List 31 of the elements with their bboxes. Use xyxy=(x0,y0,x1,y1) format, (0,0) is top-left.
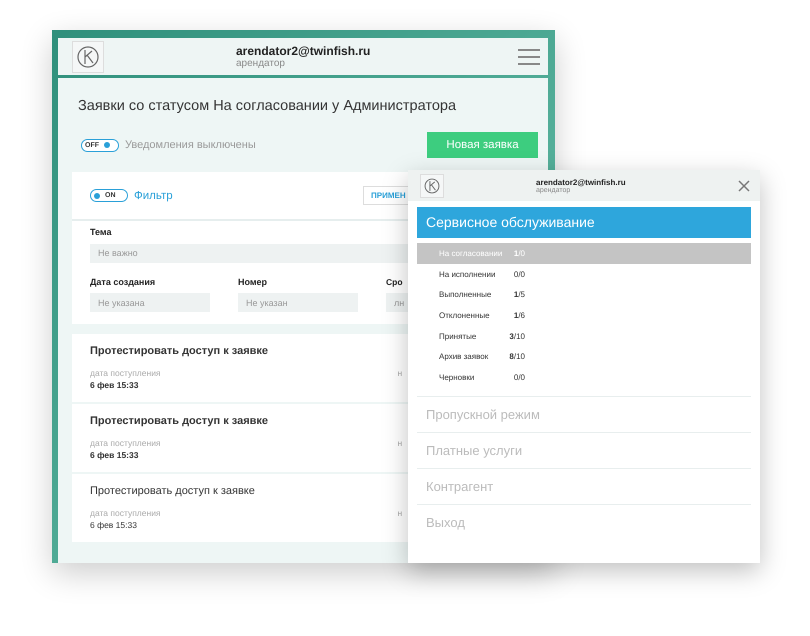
field-label: Дата создания xyxy=(90,276,156,286)
request-date: 6 фев 15:33 xyxy=(90,450,140,460)
date-label: дата поступления xyxy=(90,508,161,518)
submenu-item[interactable]: На исполнении 0/0 xyxy=(417,264,751,284)
column-label: н xyxy=(398,368,402,380)
field-label: Номер xyxy=(238,276,268,286)
submenu-item[interactable]: Отклоненные 1/6 xyxy=(417,305,751,326)
request-title: Протестировать доступ к заявке xyxy=(90,485,255,497)
column-label: н xyxy=(398,438,402,450)
submenu-item[interactable]: Выполненные 1/5 xyxy=(417,284,751,306)
user-role: арендатор xyxy=(236,58,286,69)
close-icon[interactable] xyxy=(738,180,750,192)
logo-icon xyxy=(72,40,104,72)
user-email: arendator2@twinfish.ru xyxy=(236,44,370,58)
request-date: 6 фев 15:33 xyxy=(90,380,140,390)
page-title: Заявки со статусом На согласовании у Администратора xyxy=(78,98,458,114)
date-label: дата поступления xyxy=(90,438,161,448)
field-label: Сро xyxy=(386,276,404,286)
request-title: Протестировать доступ к заявке xyxy=(90,415,268,427)
column-label: н xyxy=(398,508,402,520)
menu-icon[interactable] xyxy=(518,48,540,64)
request-title: Протестировать доступ к заявке xyxy=(90,345,268,357)
notifications-label: Уведомления выключены xyxy=(125,139,256,151)
date-label: дата поступления xyxy=(90,368,161,378)
user-email: arendator2@twinfish.ru xyxy=(536,178,626,186)
input-field[interactable]: Не указан xyxy=(238,293,358,312)
logo-icon xyxy=(420,174,444,198)
filter-label: Фильтр xyxy=(134,190,173,202)
input-field[interactable]: Не указана xyxy=(90,293,210,312)
request-date: 6 фев 15:33 xyxy=(90,520,138,530)
field-label: Тема xyxy=(90,227,112,237)
